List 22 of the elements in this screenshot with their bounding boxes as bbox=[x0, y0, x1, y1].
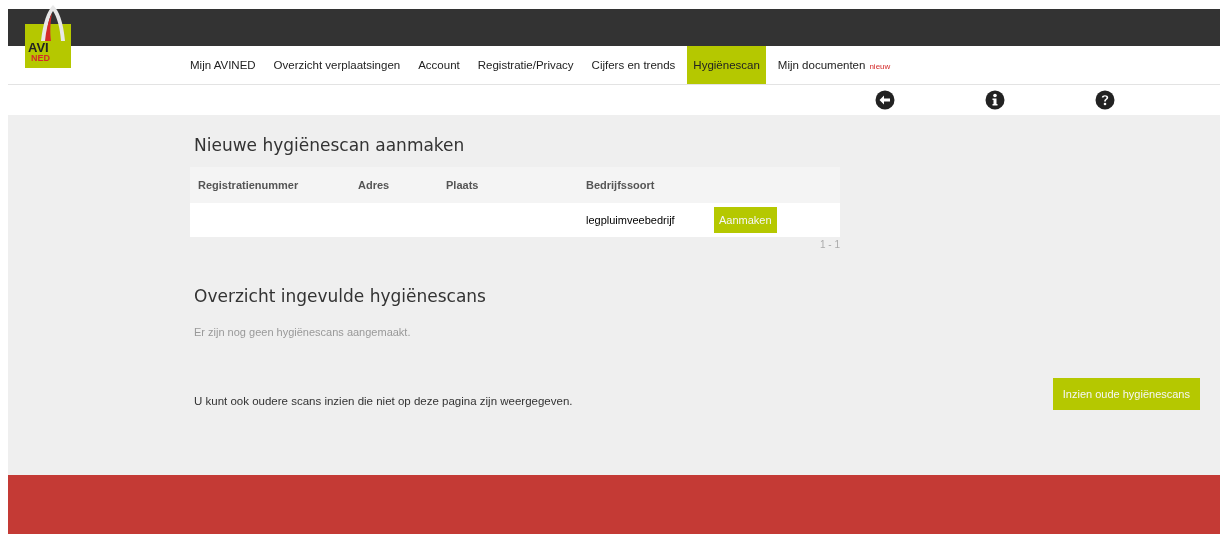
logo-subtext: NED bbox=[31, 53, 50, 63]
nav-tab[interactable]: Registratie/Privacy bbox=[471, 46, 580, 84]
pagination-text: 1 - 1 bbox=[820, 239, 840, 250]
column-header: Plaats bbox=[445, 179, 480, 191]
help-icon[interactable] bbox=[1095, 90, 1115, 110]
info-icon[interactable] bbox=[985, 90, 1005, 110]
info-text: U kunt ook oudere scans inzien die niet op deze pagina zijn weergegeven. bbox=[194, 395, 573, 407]
nav-tab[interactable]: Mijn AVINED bbox=[184, 46, 262, 84]
nav-tab[interactable]: Hygiënescan bbox=[687, 46, 766, 84]
empty-message: Er zijn nog geen hygiënescans aangemaakt. bbox=[194, 326, 412, 338]
logo-text: AVI bbox=[28, 40, 49, 55]
column-header: Adres bbox=[357, 179, 391, 191]
nav-tab[interactable]: Overzicht verplaatsingen bbox=[267, 46, 407, 84]
nav-tab[interactable]: Mijn documenten nieuw bbox=[771, 46, 897, 84]
new-label: nieuw bbox=[869, 62, 891, 71]
section-title: Nieuwe hygiënescan aanmaken bbox=[194, 135, 466, 155]
nav-tab[interactable]: Account bbox=[412, 46, 466, 84]
table-cell: legpluimveebedrijf bbox=[586, 214, 675, 226]
column-header: Bedrijfssoort bbox=[585, 179, 656, 191]
nav-tab[interactable]: Cijfers en trends bbox=[585, 46, 682, 84]
section-title: Overzicht ingevulde hygiënescans bbox=[194, 286, 487, 306]
column-header: Registratienummer bbox=[197, 179, 300, 191]
